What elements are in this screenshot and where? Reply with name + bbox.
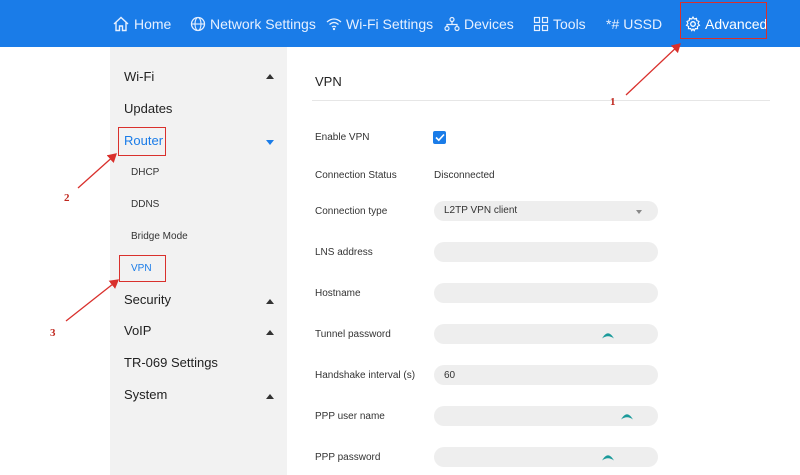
annotation-number-3: 3: [50, 327, 56, 339]
annotation-arrows: [65, 43, 681, 322]
annotation-arrow-2: [77, 153, 117, 189]
annotation-arrow-3: [65, 279, 120, 322]
annotation-arrow-1: [625, 43, 681, 96]
annotation-number-2: 2: [64, 192, 70, 204]
annotation-number-1: 1: [610, 96, 616, 108]
